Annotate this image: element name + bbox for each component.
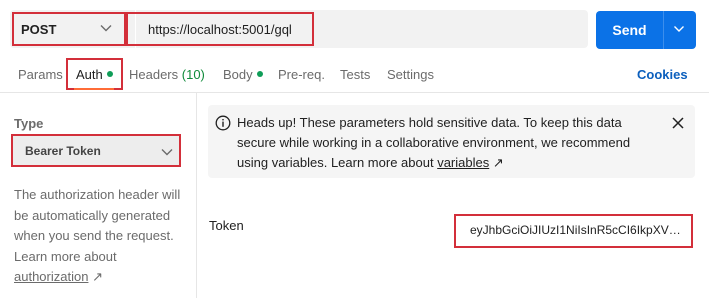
tab-params[interactable]: Params [18,67,63,82]
tab-headers[interactable]: Headers (10) [129,67,205,82]
status-dot [256,71,263,77]
chevron-down-icon [161,149,173,156]
active-tab-underline [74,88,114,90]
token-value: eyJhbGciOiJIUzI1NiIsInR5cCI6IkpXVCJ9.eyJ… [470,223,684,237]
pane-divider [196,93,197,298]
tab-body[interactable]: Body [223,67,263,82]
tab-count: (10) [181,67,205,82]
send-button[interactable]: Send [596,11,696,49]
token-label: Token [209,218,244,233]
external-link-icon: ↗ [492,155,504,170]
method-highlight [12,12,126,46]
external-link-icon: ↗ [92,269,103,284]
auth-type-select[interactable]: Bearer Token [11,134,181,167]
cookies-link[interactable]: Cookies [637,67,688,82]
send-label: Send [612,22,647,38]
tab-label: Headers [129,67,179,82]
authorization-link[interactable]: authorization [14,269,88,284]
notice-text: Heads up! These parameters hold sensitiv… [237,113,662,173]
auth-tab-highlight [66,58,123,90]
tabs-divider [0,92,709,93]
variables-link[interactable]: variables [437,155,489,170]
tab-pre-request[interactable]: Pre-req. [278,67,325,82]
token-input[interactable]: eyJhbGciOiJIUzI1NiIsInR5cCI6IkpXVCJ9.eyJ… [454,214,693,248]
send-divider [663,11,664,49]
url-highlight [126,12,314,46]
tab-label: Params [18,67,63,82]
type-label: Type [14,116,44,131]
chevron-down-icon[interactable] [673,25,685,33]
auth-help-text: The authorization header will be automat… [14,185,189,288]
notice-body: Heads up! These parameters hold sensitiv… [237,115,631,170]
tab-settings[interactable]: Settings [387,67,434,82]
auth-type-value: Bearer Token [25,144,101,158]
help-text: The authorization header will be automat… [14,187,181,264]
tab-label: Body [223,67,253,82]
tab-label: Settings [387,67,434,82]
tab-label: Pre-req. [278,67,325,82]
close-icon[interactable] [672,117,684,129]
info-icon [215,115,231,131]
tab-label: Tests [340,67,371,82]
tab-tests[interactable]: Tests [340,67,370,82]
sensitive-data-notice: Heads up! These parameters hold sensitiv… [208,105,695,178]
